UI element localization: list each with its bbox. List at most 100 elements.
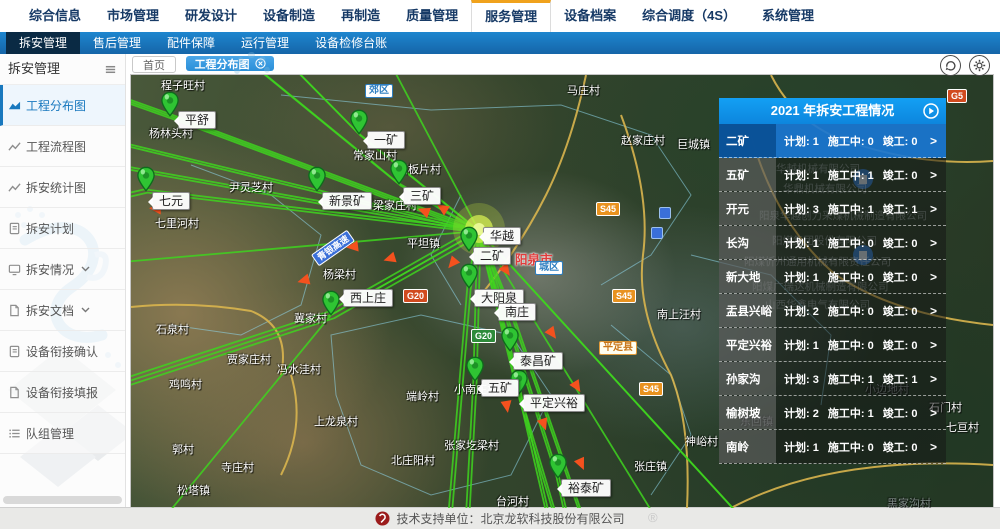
stat-plan: 计划: 1 bbox=[784, 167, 819, 183]
sub-nav-item[interactable]: 配件保障 bbox=[154, 32, 228, 54]
mine-name: 盂县兴峪 bbox=[719, 294, 776, 327]
map-pin-平舒[interactable] bbox=[161, 91, 179, 117]
chevron-right-icon[interactable]: > bbox=[930, 430, 946, 463]
panel-row-开元[interactable]: 开元计划: 3施工中: 1竣工: 1> bbox=[719, 192, 946, 226]
sidebar-item-队组管理[interactable]: 队组管理 bbox=[0, 413, 125, 454]
app-window: 综合信息 市场管理 研发设计 设备制造 再制造 质量管理 服务管理 设备档案 综… bbox=[0, 0, 1000, 529]
chevron-right-icon[interactable]: > bbox=[930, 124, 946, 157]
road-badge: G5 bbox=[947, 89, 967, 103]
marker-label-三矿[interactable]: 三矿 bbox=[403, 187, 441, 205]
map-pin-大阳泉[interactable] bbox=[460, 263, 478, 289]
stat-done: 竣工: 0 bbox=[883, 439, 918, 455]
panel-row-孙家沟[interactable]: 孙家沟计划: 3施工中: 1竣工: 1> bbox=[719, 362, 946, 396]
chevron-right-icon[interactable]: > bbox=[930, 192, 946, 225]
map-pin-三矿[interactable] bbox=[390, 159, 408, 185]
satellite-map[interactable]: 程子旺村马庄村杨林头村尹灵芝村梁家庄村常家山村石板片村七里河村赵家庄村巨城镇平坦… bbox=[130, 74, 994, 509]
panel-row-南岭[interactable]: 南岭计划: 1施工中: 0竣工: 0> bbox=[719, 430, 946, 464]
place-label: 石泉村 bbox=[156, 321, 189, 337]
panel-row-长沟[interactable]: 长沟计划: 1施工中: 0竣工: 0> bbox=[719, 226, 946, 260]
panel-row-新大地[interactable]: 新大地计划: 1施工中: 0竣工: 0> bbox=[719, 260, 946, 294]
top-nav-item[interactable]: 综合调度（4S） bbox=[629, 0, 749, 32]
panel-row-榆树坡[interactable]: 榆树坡计划: 2施工中: 1竣工: 0> bbox=[719, 396, 946, 430]
top-nav-item[interactable]: 设备制造 bbox=[250, 0, 328, 32]
sidebar-item-label: 拆安计划 bbox=[26, 220, 74, 237]
top-nav-item[interactable]: 设备档案 bbox=[551, 0, 629, 32]
panel-row-二矿[interactable]: 二矿计划: 1施工中: 0竣工: 0> bbox=[719, 124, 946, 158]
top-nav-item[interactable]: 市场管理 bbox=[94, 0, 172, 32]
chevron-right-icon[interactable]: > bbox=[930, 362, 946, 395]
road-badge: G20 bbox=[403, 289, 428, 303]
marker-label-南庄[interactable]: 南庄 bbox=[498, 303, 536, 321]
marker-label-西上庄[interactable]: 西上庄 bbox=[343, 289, 393, 307]
chevron-right-icon[interactable]: > bbox=[930, 294, 946, 327]
sidebar-item-设备衔接确认[interactable]: 设备衔接确认 bbox=[0, 331, 125, 372]
chevron-right-icon[interactable]: > bbox=[930, 328, 946, 361]
mine-stats: 计划: 3施工中: 1竣工: 1 bbox=[776, 192, 930, 225]
stat-done: 竣工: 0 bbox=[883, 303, 918, 319]
map-pin-泰昌矿[interactable] bbox=[501, 326, 519, 352]
marker-label-平定兴裕[interactable]: 平定兴裕 bbox=[523, 394, 585, 412]
chevron-right-icon[interactable]: > bbox=[930, 260, 946, 293]
chevron-down-icon bbox=[81, 307, 90, 313]
map-pin-一矿[interactable] bbox=[350, 109, 368, 135]
sidebar-item-拆安统计图[interactable]: 拆安统计图 bbox=[0, 167, 125, 208]
mine-stats: 计划: 1施工中: 0竣工: 0 bbox=[776, 226, 930, 259]
sidebar-item-工程分布图[interactable]: 工程分布图 bbox=[0, 85, 125, 126]
sidebar-item-工程流程图[interactable]: 工程流程图 bbox=[0, 126, 125, 167]
stat-in_progress: 施工中: 0 bbox=[828, 235, 874, 251]
sidebar-scrollbar[interactable] bbox=[3, 496, 122, 504]
main-content: 首页 工程分布图 bbox=[126, 54, 1000, 507]
map-pin-裕泰矿[interactable] bbox=[549, 453, 567, 479]
sub-nav-item-active[interactable]: 拆安管理 bbox=[6, 32, 80, 54]
map-pin-西上庄[interactable] bbox=[322, 290, 340, 316]
mine-name: 开元 bbox=[719, 192, 776, 225]
file-icon bbox=[8, 386, 21, 399]
marker-label-华越[interactable]: 华越 bbox=[483, 227, 521, 245]
sub-nav-item[interactable]: 售后管理 bbox=[80, 32, 154, 54]
map-pin-七元[interactable] bbox=[137, 166, 155, 192]
marker-label-五矿[interactable]: 五矿 bbox=[481, 379, 519, 397]
hamburger-icon[interactable] bbox=[104, 63, 117, 76]
marker-label-泰昌矿[interactable]: 泰昌矿 bbox=[513, 352, 563, 370]
top-nav-item[interactable]: 质量管理 bbox=[393, 0, 471, 32]
marker-label-新景矿[interactable]: 新景矿 bbox=[322, 192, 372, 210]
document-icon bbox=[8, 345, 21, 358]
demolition-panel: 2021 年拆安工程情况 二矿计划: 1施工中: 0竣工: 0>五矿计划: 1施… bbox=[719, 98, 946, 464]
top-nav-item[interactable]: 综合信息 bbox=[16, 0, 94, 32]
chevron-down-icon bbox=[81, 266, 90, 272]
place-label: 南上汪村 bbox=[657, 306, 701, 322]
stat-plan: 计划: 1 bbox=[784, 269, 819, 285]
marker-label-平舒[interactable]: 平舒 bbox=[178, 111, 216, 129]
refresh-button[interactable] bbox=[940, 55, 961, 76]
panel-row-平定兴裕[interactable]: 平定兴裕计划: 1施工中: 0竣工: 0> bbox=[719, 328, 946, 362]
tab-home[interactable]: 首页 bbox=[132, 56, 176, 73]
mine-name: 平定兴裕 bbox=[719, 328, 776, 361]
sub-nav-item[interactable]: 运行管理 bbox=[228, 32, 302, 54]
settings-button[interactable] bbox=[969, 55, 990, 76]
document-icon bbox=[8, 222, 21, 235]
panel-row-五矿[interactable]: 五矿计划: 1施工中: 1竣工: 0> bbox=[719, 158, 946, 192]
chevron-right-icon[interactable]: > bbox=[930, 158, 946, 191]
top-nav-item[interactable]: 再制造 bbox=[328, 0, 393, 32]
chevron-right-icon[interactable]: > bbox=[930, 396, 946, 429]
highway-marker-icon bbox=[651, 227, 663, 239]
marker-label-七元[interactable]: 七元 bbox=[152, 192, 190, 210]
marker-label-裕泰矿[interactable]: 裕泰矿 bbox=[561, 479, 611, 497]
stat-in_progress: 施工中: 1 bbox=[828, 167, 874, 183]
top-nav-item-active[interactable]: 服务管理 bbox=[471, 0, 551, 32]
sidebar-item-拆安情况[interactable]: 拆安情况 bbox=[0, 249, 125, 290]
marker-label-二矿[interactable]: 二矿 bbox=[473, 247, 511, 265]
chevron-right-icon[interactable]: > bbox=[930, 226, 946, 259]
sidebar-item-拆安文档[interactable]: 拆安文档 bbox=[0, 290, 125, 331]
sidebar-item-设备衔接填报[interactable]: 设备衔接填报 bbox=[0, 372, 125, 413]
top-nav-item[interactable]: 系统管理 bbox=[749, 0, 827, 32]
top-nav-item[interactable]: 研发设计 bbox=[172, 0, 250, 32]
sidebar-item-拆安计划[interactable]: 拆安计划 bbox=[0, 208, 125, 249]
play-icon[interactable] bbox=[923, 103, 939, 119]
marker-label-一矿[interactable]: 一矿 bbox=[367, 131, 405, 149]
panel-row-盂县兴峪[interactable]: 盂县兴峪计划: 2施工中: 0竣工: 0> bbox=[719, 294, 946, 328]
sub-nav-item[interactable]: 设备检修台账 bbox=[302, 32, 400, 54]
mine-stats: 计划: 1施工中: 0竣工: 0 bbox=[776, 328, 930, 361]
map-pin-新景矿[interactable] bbox=[308, 166, 326, 192]
map-pin-五矿[interactable] bbox=[466, 356, 484, 382]
